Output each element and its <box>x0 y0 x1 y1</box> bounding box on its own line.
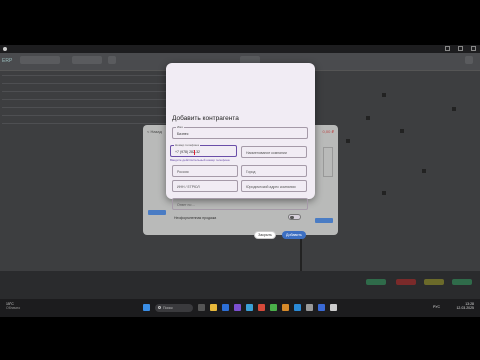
task-view-icon[interactable] <box>198 304 205 311</box>
toolbar-select[interactable] <box>72 56 102 64</box>
inn-field[interactable]: ИНН / ЕГРЮЛ <box>172 180 238 192</box>
row-action-icon[interactable] <box>382 191 386 195</box>
inn-placeholder: ИНН / ЕГРЮЛ <box>177 185 200 189</box>
app-icon[interactable] <box>294 304 301 311</box>
search-icon <box>158 306 161 309</box>
close-icon[interactable] <box>471 46 476 51</box>
toolbar-button[interactable] <box>108 56 116 64</box>
unregistered-sale-toggle[interactable] <box>288 214 301 220</box>
status-pill <box>366 279 386 285</box>
app-icon[interactable] <box>270 304 277 311</box>
app-icon[interactable] <box>282 304 289 311</box>
text-cursor <box>194 150 195 155</box>
background-button <box>315 218 333 223</box>
dialog-title: Добавить контрагента <box>172 115 239 122</box>
start-icon[interactable] <box>143 304 150 311</box>
file-explorer-icon[interactable] <box>210 304 217 311</box>
app-icon[interactable] <box>258 304 265 311</box>
app-icon[interactable] <box>234 304 241 311</box>
toolbar-select[interactable] <box>20 56 60 64</box>
status-pill <box>396 279 416 285</box>
background-panel <box>323 147 333 177</box>
row-action-icon[interactable] <box>452 107 456 111</box>
comment-field[interactable]: Ответ по ... <box>172 198 308 210</box>
row-action-icon[interactable] <box>382 93 386 97</box>
window-controls <box>445 46 476 51</box>
company-field[interactable]: Наименование компании <box>241 146 307 158</box>
status-pill <box>424 279 444 285</box>
status-pill <box>452 279 472 285</box>
total-amount: 0,00 ₽ <box>322 129 334 134</box>
search-box[interactable]: Поиск <box>155 304 193 312</box>
app-icon[interactable] <box>330 304 337 311</box>
toggle-knob <box>290 215 294 220</box>
weather-desc: Облачно <box>6 306 21 310</box>
clock-date: 12.03.2025 <box>456 306 474 310</box>
comment-placeholder: Ответ по ... <box>177 203 196 207</box>
app-icon[interactable] <box>306 304 313 311</box>
taskbar: 15°C Облачно Поиск 13:28 12.03.2025 РУС <box>0 299 480 317</box>
name-value: Бизнес <box>177 132 189 136</box>
country-field[interactable]: Россия <box>172 165 238 177</box>
cancel-button[interactable]: Закрыть <box>254 231 276 239</box>
phone-value: +7 (978) 282-32 <box>175 150 201 154</box>
legal-address-placeholder: Юридический адрес компании <box>246 185 296 189</box>
phone-label: Номер телефона <box>174 142 200 147</box>
system-tray[interactable]: 13:28 12.03.2025 <box>456 302 474 310</box>
add-button[interactable]: Добавить <box>282 231 306 239</box>
settings-icon[interactable] <box>465 56 473 64</box>
language-indicator[interactable]: РУС <box>433 305 440 309</box>
row-action-icon[interactable] <box>400 129 404 133</box>
phone-hint: Введите действительный номер телефона <box>170 158 230 162</box>
row-action-icon[interactable] <box>422 169 426 173</box>
country-placeholder: Россия <box>177 170 189 174</box>
app-icon <box>3 47 7 51</box>
city-field[interactable]: Город <box>241 165 307 177</box>
app-icon[interactable] <box>246 304 253 311</box>
name-field[interactable]: Имя Бизнес <box>172 124 308 139</box>
title-bar <box>0 45 480 53</box>
row-action-icon[interactable] <box>366 116 370 120</box>
background-button <box>148 210 166 215</box>
row-action-icon[interactable] <box>346 139 350 143</box>
app-logo: ERP <box>2 58 13 64</box>
unregistered-sale-label: Неоформленная продажа <box>174 216 217 220</box>
phone-field[interactable]: Номер телефона +7 (978) 282-32 <box>170 142 237 157</box>
back-link: < Назад <box>147 129 162 134</box>
app-icon[interactable] <box>318 304 325 311</box>
legal-address-field[interactable]: Юридический адрес компании <box>241 180 307 192</box>
weather-widget[interactable]: 15°C Облачно <box>6 302 20 310</box>
browser-icon[interactable] <box>222 304 229 311</box>
company-placeholder: Наименование компании <box>246 151 287 155</box>
minimize-icon[interactable] <box>445 46 450 51</box>
city-placeholder: Город <box>246 170 256 174</box>
maximize-icon[interactable] <box>458 46 463 51</box>
name-label: Имя <box>176 124 184 129</box>
search-placeholder: Поиск <box>163 306 173 310</box>
